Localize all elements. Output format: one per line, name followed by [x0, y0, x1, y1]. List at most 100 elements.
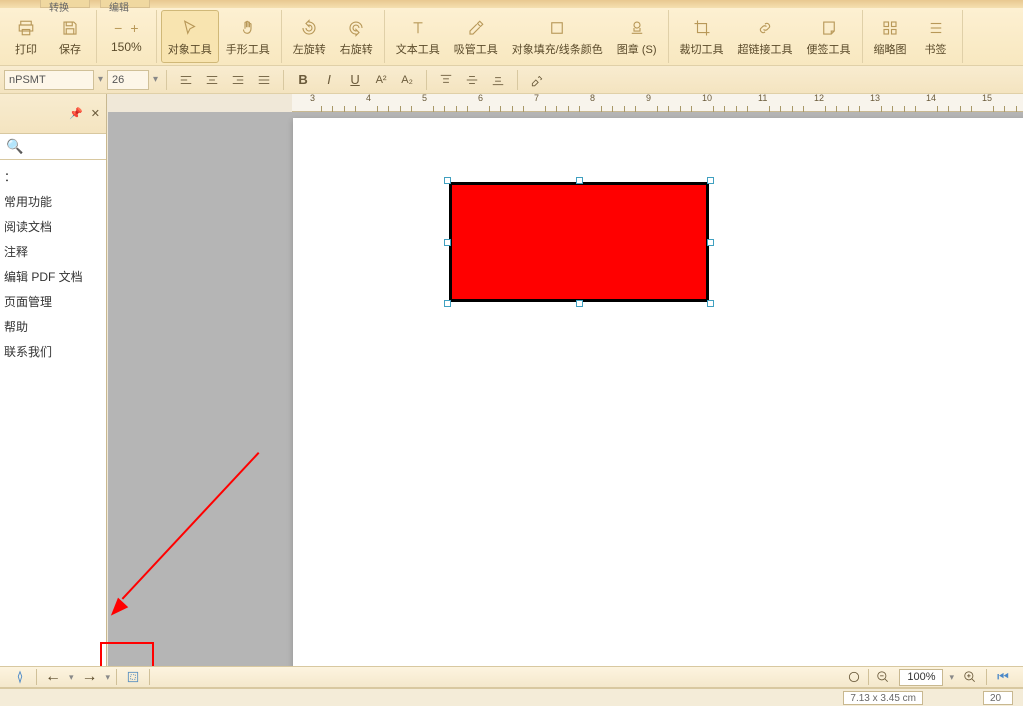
save-icon	[61, 17, 79, 39]
object-tool-button[interactable]: 对象工具	[161, 10, 219, 63]
fill-line-button[interactable]: 对象填充/线条颜色	[505, 10, 610, 63]
eyedropper-button[interactable]: 吸管工具	[447, 10, 505, 63]
side-panel-header: 📌 ✕	[0, 94, 106, 134]
note-icon	[820, 17, 838, 39]
rotate-left-icon	[300, 17, 318, 39]
tabs-bar: 转换 编辑	[0, 0, 1023, 8]
format-bar: ▾ ▾ B I U A² A₂	[0, 66, 1023, 94]
bold-button[interactable]: B	[292, 69, 314, 91]
next-arrow-button[interactable]: →	[80, 668, 100, 686]
text-tool-button[interactable]: 文本工具	[389, 10, 447, 63]
side-title: ：	[0, 164, 106, 189]
print-label: 打印	[15, 41, 37, 57]
resize-handle-nw[interactable]	[444, 177, 451, 184]
zoom-out-button[interactable]	[873, 668, 893, 686]
resize-handle-sw[interactable]	[444, 300, 451, 307]
sidebar-item-help[interactable]: 帮助	[0, 314, 106, 339]
hand-tool-button[interactable]: 手形工具	[219, 10, 277, 63]
fit-page-button[interactable]	[123, 668, 143, 686]
pin-icon[interactable]: 📌	[69, 107, 83, 120]
rotate-right-button[interactable]: 右旋转	[333, 10, 380, 63]
sidebar-item-contact[interactable]: 联系我们	[0, 339, 106, 364]
annotation-arrow-head	[108, 598, 128, 621]
save-button[interactable]: 保存	[48, 10, 92, 63]
resize-handle-w[interactable]	[444, 239, 451, 246]
side-list: ： 常用功能 阅读文档 注释 编辑 PDF 文档 页面管理 帮助 联系我们	[0, 160, 106, 368]
stamp-button[interactable]: 图章 (S)	[610, 10, 664, 63]
side-search: 🔍	[0, 134, 106, 160]
close-icon[interactable]: ✕	[91, 107, 100, 120]
crop-label: 裁切工具	[680, 41, 724, 57]
zoom-out-icon[interactable]: −	[114, 20, 122, 36]
superscript-button[interactable]: A²	[370, 69, 392, 91]
valign-top-button[interactable]	[435, 69, 457, 91]
thumbnail-button[interactable]: 缩略图	[867, 10, 914, 63]
status-dimensions: 7.13 x 3.45 cm	[843, 691, 923, 705]
sidebar-item-common[interactable]: 常用功能	[0, 189, 106, 214]
resize-handle-se[interactable]	[707, 300, 714, 307]
sidebar-item-pages[interactable]: 页面管理	[0, 289, 106, 314]
size-select[interactable]	[107, 70, 149, 90]
view-mode-button[interactable]	[844, 668, 864, 686]
sticky-button[interactable]: 便签工具	[800, 10, 858, 63]
align-justify-button[interactable]	[253, 69, 275, 91]
sidebar-item-annotate[interactable]: 注释	[0, 239, 106, 264]
sticky-label: 便签工具	[807, 41, 851, 57]
font-select[interactable]	[4, 70, 94, 90]
hand-icon	[239, 17, 257, 39]
crop-button[interactable]: 裁切工具	[673, 10, 731, 63]
hyperlink-button[interactable]: 超链接工具	[731, 10, 800, 63]
printer-icon	[17, 17, 35, 39]
thumbnail-label: 缩略图	[874, 41, 907, 57]
binoculars-icon[interactable]: 🔍	[6, 138, 23, 155]
underline-button[interactable]: U	[344, 69, 366, 91]
pen-tool-button[interactable]	[10, 668, 30, 686]
zoom-percent-input[interactable]	[899, 669, 943, 686]
zoom-in-icon[interactable]: +	[130, 20, 138, 36]
sidebar-item-read[interactable]: 阅读文档	[0, 214, 106, 239]
side-panel: 📌 ✕ 🔍 ： 常用功能 阅读文档 注释 编辑 PDF 文档 页面管理 帮助 联…	[0, 94, 107, 666]
eyedropper-icon	[467, 17, 485, 39]
square-icon	[548, 17, 566, 39]
annotation-arrow-line	[122, 452, 260, 600]
highlight-button[interactable]	[526, 69, 548, 91]
ribbon-toolbar: 打印 保存 − + 150% 对象工具 手形工具	[0, 8, 1023, 66]
bottom-toolbar: ← ▾ → ▾ ▾ ⏮	[0, 666, 1023, 688]
align-center-button[interactable]	[201, 69, 223, 91]
subscript-button[interactable]: A₂	[396, 69, 418, 91]
resize-handle-n[interactable]	[576, 177, 583, 184]
sidebar-item-edit-pdf[interactable]: 编辑 PDF 文档	[0, 264, 106, 289]
rectangle-shape[interactable]	[449, 182, 709, 302]
bookmark-button[interactable]: 书签	[914, 10, 958, 63]
text-tool-label: 文本工具	[396, 41, 440, 57]
tab-convert[interactable]: 转换	[40, 0, 90, 8]
selected-rectangle[interactable]	[444, 177, 714, 307]
stamp-label: 图章 (S)	[617, 41, 657, 57]
valign-bot-button[interactable]	[487, 69, 509, 91]
eyedropper-label: 吸管工具	[454, 41, 498, 57]
prev-arrow-button[interactable]: ←	[43, 668, 63, 686]
align-left-button[interactable]	[175, 69, 197, 91]
tab-edit[interactable]: 编辑	[100, 0, 150, 8]
save-label: 保存	[59, 41, 81, 57]
canvas[interactable]	[108, 112, 1023, 666]
align-right-button[interactable]	[227, 69, 249, 91]
object-tool-label: 对象工具	[168, 41, 212, 57]
first-page-button[interactable]: ⏮	[993, 668, 1013, 686]
rotate-left-button[interactable]: 左旋转	[286, 10, 333, 63]
resize-handle-ne[interactable]	[707, 177, 714, 184]
resize-handle-s[interactable]	[576, 300, 583, 307]
fill-line-label: 对象填充/线条颜色	[512, 41, 603, 57]
zoom-in-button[interactable]	[960, 668, 980, 686]
status-bar: 7.13 x 3.45 cm 20	[0, 688, 1023, 706]
content-area: 📌 ✕ 🔍 ： 常用功能 阅读文档 注释 编辑 PDF 文档 页面管理 帮助 联…	[0, 94, 1023, 666]
status-page: 20	[983, 691, 1013, 705]
grid-icon	[881, 17, 899, 39]
zoom-icons: − +	[114, 20, 138, 36]
print-button[interactable]: 打印	[4, 10, 48, 63]
rotate-right-icon	[347, 17, 365, 39]
italic-button[interactable]: I	[318, 69, 340, 91]
valign-mid-button[interactable]	[461, 69, 483, 91]
resize-handle-e[interactable]	[707, 239, 714, 246]
zoom-control[interactable]: − + 150%	[101, 10, 152, 63]
